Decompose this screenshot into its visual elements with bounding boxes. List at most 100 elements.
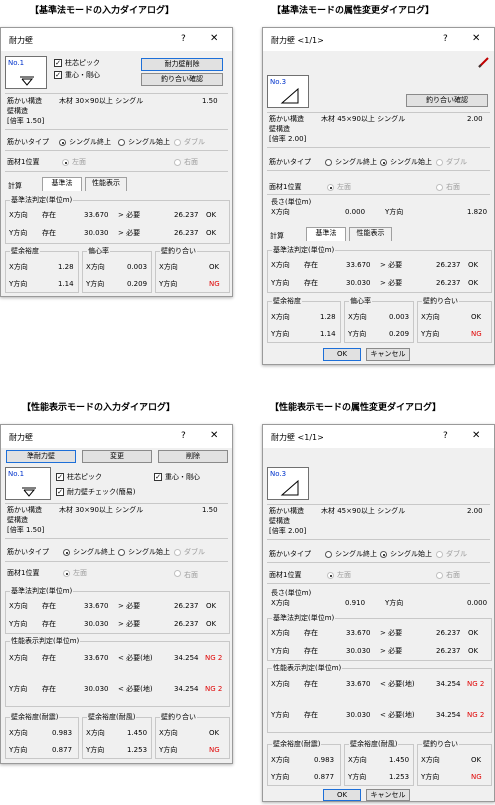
y-dir-label: Y方向 [348, 773, 367, 781]
y-required-value: 26.237 [436, 647, 461, 655]
close-icon[interactable]: ✕ [472, 33, 480, 44]
tab-standard[interactable]: 基準法 [42, 177, 82, 191]
wall-thumbnail: No.1 [5, 467, 51, 500]
cancel-button[interactable]: キャンセル [366, 348, 410, 361]
help-icon[interactable]: ? [443, 34, 448, 44]
x-required-value: 26.237 [436, 629, 461, 637]
x-dir-label: X方向 [271, 261, 290, 269]
pencil-icon[interactable] [477, 55, 491, 69]
double-radio[interactable] [174, 139, 181, 146]
close-icon[interactable]: ✕ [472, 430, 480, 441]
exist-label: 存在 [304, 711, 318, 719]
std-judge-title: 基準法判定(単位m) [10, 195, 74, 205]
cancel-button[interactable]: キャンセル [366, 789, 410, 801]
balance-check-button[interactable]: 釣り合い確認 [406, 94, 488, 107]
single-down-label: シングル始上 [390, 550, 432, 558]
x-dir-label: X方向 [9, 211, 28, 219]
close-icon[interactable]: ✕ [210, 430, 218, 441]
margin-title: 壁余裕度 [10, 246, 40, 256]
y-dir-label: Y方向 [86, 746, 105, 754]
pillar-pick-checkbox[interactable]: ✓ [56, 473, 64, 481]
pillar-pick-checkbox[interactable]: ✓ [54, 59, 62, 67]
right-face-label: 右面 [184, 571, 198, 579]
x-compare: < 必要(地) [118, 654, 153, 662]
balance-check-button[interactable]: 釣り合い確認 [141, 73, 223, 86]
left-face-radio[interactable] [327, 184, 334, 191]
proposal-wall-button[interactable]: 準耐力壁 [6, 450, 76, 463]
wall-thumbnail: No.3 [267, 75, 309, 108]
y-dir-label: Y方向 [271, 773, 290, 781]
double-radio[interactable] [174, 549, 181, 556]
balance-title: 壁釣り合い [422, 296, 459, 306]
right-face-radio[interactable] [174, 570, 181, 577]
center-checkbox[interactable]: ✓ [54, 71, 62, 79]
single-up-label: シングル終上 [69, 138, 111, 146]
right-face-radio[interactable] [436, 184, 443, 191]
double-radio[interactable] [436, 551, 443, 558]
title-bar: 耐力壁 <1/1> ? ✕ [263, 425, 494, 448]
center-checkbox[interactable]: ✓ [154, 473, 162, 481]
y-compare: > 必要 [118, 229, 141, 237]
x-dir-label: X方向 [421, 756, 440, 764]
wall-structure-label: 壁構造 [269, 517, 290, 525]
x-perf-required: 34.254 [174, 654, 199, 662]
tab-performance[interactable]: 性能表示 [349, 227, 392, 241]
single-up-radio[interactable] [59, 139, 66, 146]
delete-button[interactable]: 削除 [158, 450, 228, 463]
left-face-radio[interactable] [63, 570, 70, 577]
dialog-title: 耐力壁 <1/1> [271, 36, 324, 45]
ground-symbol-icon [22, 487, 36, 497]
ok-button[interactable]: OK [323, 348, 361, 361]
rate-label: [倍率 1.50] [7, 526, 45, 534]
ok-button[interactable]: OK [323, 789, 361, 801]
single-down-radio[interactable] [118, 139, 125, 146]
left-face-radio[interactable] [62, 159, 69, 166]
x-dir-label: X方向 [159, 729, 178, 737]
single-up-radio[interactable] [325, 551, 332, 558]
x-result: OK [206, 211, 217, 219]
perf-wall-checkbox[interactable]: ✓ [56, 488, 64, 496]
exist-label: 存在 [304, 647, 318, 655]
tab-performance[interactable]: 性能表示 [85, 177, 127, 191]
close-icon[interactable]: ✕ [210, 33, 218, 44]
margin-wind-title: 壁余裕度(耐風) [349, 739, 399, 749]
single-down-radio[interactable] [380, 551, 387, 558]
length-y-label: Y方向 [385, 599, 404, 607]
single-down-radio[interactable] [380, 159, 387, 166]
right-face-radio[interactable] [436, 572, 443, 579]
x-result: OK [468, 629, 479, 637]
help-icon[interactable]: ? [181, 34, 186, 44]
single-up-radio[interactable] [63, 549, 70, 556]
x-result: OK [206, 602, 217, 610]
margin-wind-group: 壁余裕度(耐風) X方向 1.450 Y方向 1.253 [82, 712, 152, 759]
wall-thumbnail: No.3 [267, 467, 309, 500]
right-face-radio[interactable] [174, 159, 181, 166]
single-up-radio[interactable] [325, 159, 332, 166]
change-button[interactable]: 変更 [82, 450, 152, 463]
y-result: OK [468, 279, 479, 287]
double-radio[interactable] [436, 159, 443, 166]
y-exist-value: 30.030 [346, 279, 371, 287]
brace-spec: 木材 45×90以上 シングル [321, 115, 406, 123]
double-label: ダブル [184, 548, 205, 556]
single-down-radio[interactable] [118, 549, 125, 556]
x-required-value: 26.237 [436, 261, 461, 269]
x-exist-value: 33.670 [84, 211, 109, 219]
y-compare: > 必要 [380, 279, 403, 287]
length-x-value: 0.910 [345, 599, 366, 607]
tab-standard[interactable]: 基準法 [306, 227, 346, 241]
face-label: 面材1位置 [7, 569, 40, 577]
margin-group: 壁余裕度 X方向 1.28 Y方向 1.14 [5, 246, 79, 293]
delete-wall-button[interactable]: 耐力壁削除 [141, 58, 223, 71]
x-dir-label: X方向 [348, 756, 367, 764]
wind-y-value: 1.253 [389, 773, 410, 781]
brace-value: 1.50 [202, 97, 218, 105]
help-icon[interactable]: ? [443, 431, 448, 441]
x-exist-value: 33.670 [84, 654, 109, 662]
wind-y-value: 1.253 [127, 746, 148, 754]
left-face-radio[interactable] [327, 572, 334, 579]
y-compare: < 必要(地) [118, 685, 153, 693]
help-icon[interactable]: ? [181, 431, 186, 441]
brace-type-label: 筋かいタイプ [7, 548, 49, 556]
section-title-perf-input: 【性能表示モードの入力ダイアログ】 [22, 403, 176, 413]
